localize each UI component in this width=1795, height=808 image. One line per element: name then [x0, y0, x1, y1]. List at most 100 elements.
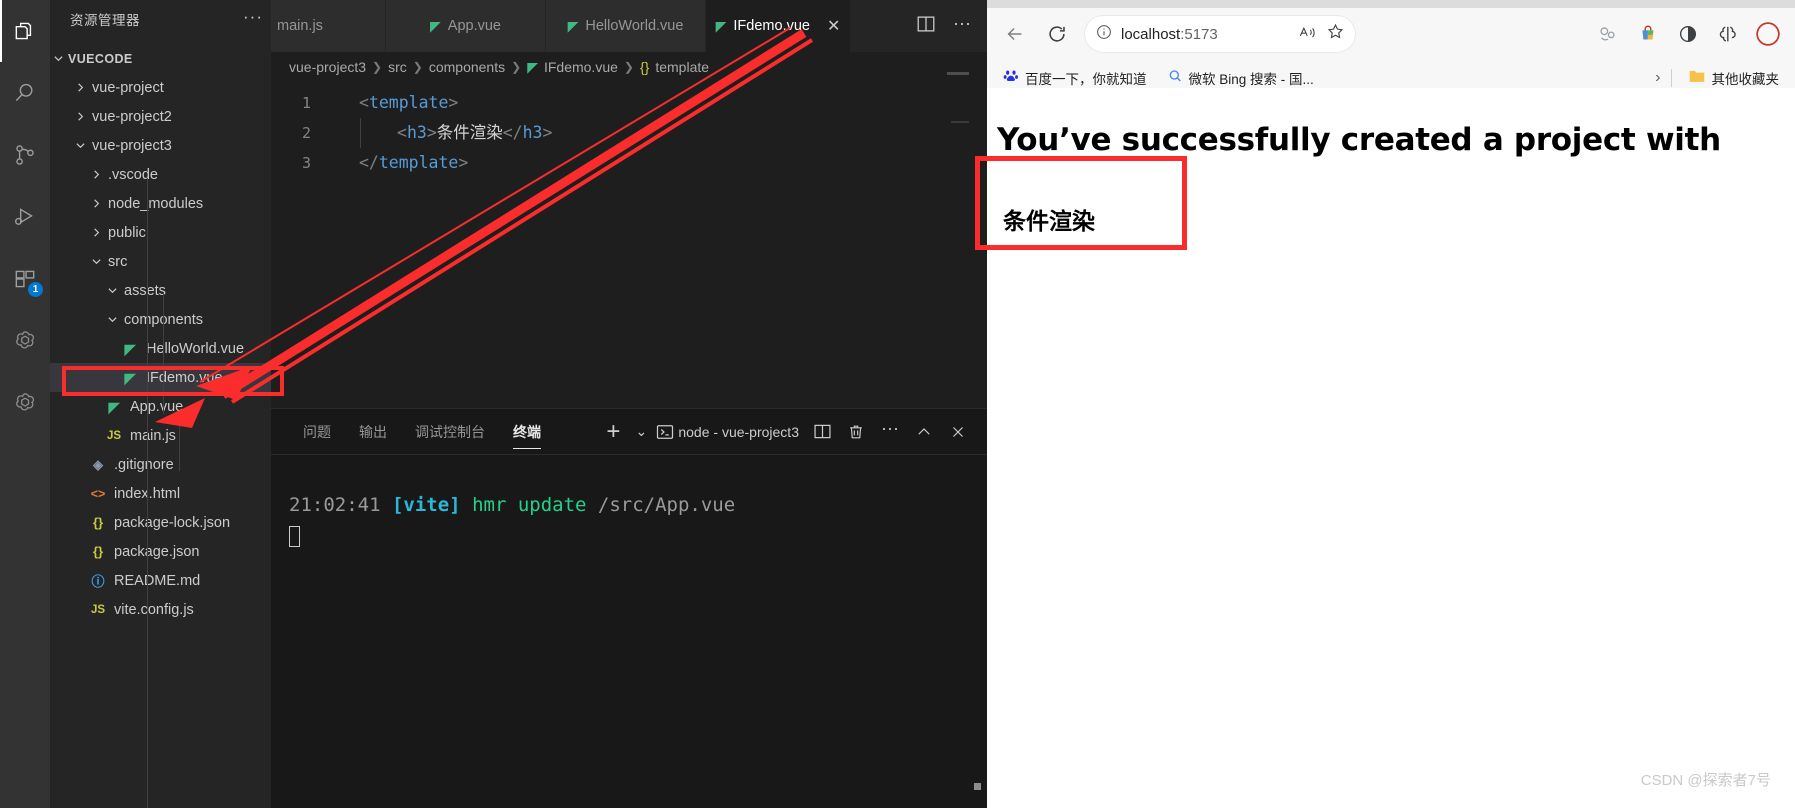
tree-item-main-js[interactable]: JS main.js	[50, 421, 271, 450]
tree-item-vue-project[interactable]: vue-project	[50, 73, 271, 102]
kill-terminal-icon[interactable]	[839, 409, 873, 455]
symbol-glyph-icon: {}	[639, 59, 650, 75]
tree-item-helloworld-vue[interactable]: ◤ HelloWorld.vue	[50, 334, 271, 363]
activity-chatgpt-alt-icon[interactable]	[0, 372, 50, 434]
explorer-more-icon[interactable]: ···	[243, 8, 263, 31]
editor-tab-label: HelloWorld.vue	[585, 18, 684, 34]
vue-file-icon: ◤	[430, 18, 441, 34]
tree-item-src[interactable]: src	[50, 247, 271, 276]
activity-extensions-icon[interactable]: 1	[0, 248, 50, 310]
reload-icon[interactable]	[1039, 16, 1075, 52]
split-screen-icon[interactable]	[1675, 21, 1701, 47]
breadcrumb-item-0[interactable]: vue-project3	[289, 59, 366, 75]
url-text[interactable]: localhost:5173	[1121, 26, 1290, 43]
star-icon[interactable]	[1326, 22, 1345, 46]
tree-item-vite-config-js[interactable]: JS vite.config.js	[50, 595, 271, 624]
code-editor[interactable]: 1 <template> 2 <h3>条件渲染</h3> 3 </template>	[271, 82, 987, 414]
profile-icon[interactable]	[1755, 21, 1781, 47]
activity-chatgpt-icon[interactable]	[0, 310, 50, 372]
chevron-down-icon	[88, 256, 104, 267]
breadcrumb-sep-icon: ❯	[623, 60, 634, 74]
tree-item-vue-project2[interactable]: vue-project2	[50, 102, 271, 131]
bottom-panel: 问题 输出 调试控制台 终端 + ⌄ node - vue-project3 ·…	[271, 408, 987, 808]
json-file-icon: {}	[92, 544, 104, 559]
web-page-content: You’ve successfully created a project wi…	[987, 88, 1795, 808]
breadcrumb-item-1[interactable]: src	[388, 59, 407, 75]
back-arrow-icon[interactable]	[997, 16, 1033, 52]
indent-guide	[360, 118, 361, 148]
info-icon[interactable]	[1095, 23, 1113, 46]
other-bookmarks-label: 其他收藏夹	[1711, 71, 1780, 87]
tree-item-vue-project3[interactable]: vue-project3	[50, 131, 271, 160]
collections-icon[interactable]	[1595, 21, 1621, 47]
editor-scrollbar[interactable]	[971, 52, 987, 423]
code-line-text: <h3>条件渲染</h3>	[397, 123, 553, 142]
tree-item-node-modules[interactable]: node_modules	[50, 189, 271, 218]
maximize-panel-icon[interactable]	[907, 409, 941, 455]
tree-item-app-vue[interactable]: ◤ App.vue	[50, 392, 271, 421]
tree-item-readme-md[interactable]: ⓘ README.md	[50, 566, 271, 595]
panel-tab-输出[interactable]: 输出	[345, 409, 401, 455]
browser-tab-strip	[987, 0, 1795, 8]
editor-tab-main-js[interactable]: main.js	[271, 0, 386, 52]
breadcrumb-item-4[interactable]: template	[655, 59, 709, 75]
split-editor-icon[interactable]	[915, 13, 937, 40]
close-panel-icon[interactable]	[941, 409, 975, 455]
terminal-name-label[interactable]: node - vue-project3	[678, 424, 805, 440]
browser-nav-row: localhost:5173	[987, 8, 1795, 60]
tree-item-index-html[interactable]: <> index.html	[50, 479, 271, 508]
breadcrumb-item-3[interactable]: IFdemo.vue	[544, 59, 618, 75]
editor-tab-close-icon[interactable]: ✕	[827, 16, 840, 36]
tree-item--vscode[interactable]: .vscode	[50, 160, 271, 189]
terminal-output[interactable]: 21:02:41 [vite] hmr update /src/App.vue	[271, 455, 987, 553]
code-line: 2 <h3>条件渲染</h3>	[271, 118, 987, 148]
js-file-icon: JS	[90, 603, 106, 616]
chevron-right-icon	[72, 111, 88, 122]
breadcrumb-item-2[interactable]: components	[429, 59, 505, 75]
tree-item-ifdemo-vue[interactable]: ◤ IFdemo.vue	[50, 363, 271, 392]
shopping-icon[interactable]	[1635, 21, 1661, 47]
tree-item-components[interactable]: components	[50, 305, 271, 334]
activity-source-control-icon[interactable]	[0, 124, 50, 186]
bookmarks-overflow-chevron-icon[interactable]: ›	[1655, 69, 1660, 87]
tree-item-public[interactable]: public	[50, 218, 271, 247]
panel-tab-终端[interactable]: 终端	[499, 409, 555, 455]
screenshot-root: 1 资源管理器 ··· VUECODE vue-project vue-proj…	[0, 0, 1795, 808]
activity-explorer-icon[interactable]	[0, 0, 50, 62]
tree-item-package-lock-json[interactable]: {} package-lock.json	[50, 508, 271, 537]
panel-tab-strip: 问题 输出 调试控制台 终端 + ⌄ node - vue-project3 ·…	[271, 409, 987, 455]
terminal-message: hmr update	[472, 494, 587, 516]
terminal-profile-chevron-down-icon[interactable]: ⌄	[630, 409, 652, 455]
browser-toolbar	[1595, 21, 1785, 47]
bookmarks-overflow: › 其他收藏夹	[1655, 65, 1785, 91]
editor-tab-ifdemo-vue[interactable]: ◤ IFdemo.vue ✕	[706, 0, 851, 52]
editor-tab-helloworld-vue[interactable]: ◤ HelloWorld.vue	[546, 0, 706, 52]
bookmark-bing[interactable]: 微软 Bing 搜索 - 国...	[1161, 65, 1320, 91]
html-file-icon: <>	[90, 486, 106, 501]
tree-item-package-json[interactable]: {} package.json	[50, 537, 271, 566]
tree-item-assets[interactable]: assets	[50, 276, 271, 305]
folder-icon	[1688, 68, 1706, 87]
read-aloud-icon[interactable]	[1298, 23, 1318, 46]
other-bookmarks-folder[interactable]: 其他收藏夹	[1682, 65, 1786, 91]
tree-root-vuecode[interactable]: VUECODE	[50, 44, 271, 73]
editor-tab-label: main.js	[277, 18, 323, 34]
new-terminal-icon[interactable]: +	[596, 409, 630, 455]
browser-essentials-icon[interactable]	[1715, 21, 1741, 47]
address-bar[interactable]: localhost:5173	[1085, 16, 1355, 52]
tree-item-label: package.json	[114, 543, 200, 560]
bookmark-baidu[interactable]: 百度一下，你就知道	[997, 65, 1153, 91]
terminal-more-icon[interactable]: ···	[873, 409, 907, 455]
editor-tab-app-vue[interactable]: ◤ App.vue	[386, 0, 546, 52]
tree-item--gitignore[interactable]: ◈ .gitignore	[50, 450, 271, 479]
split-terminal-icon[interactable]	[805, 409, 839, 455]
file-tree: VUECODE vue-project vue-project2 vue-projec…	[50, 38, 271, 624]
editor-more-actions-icon[interactable]: ···	[953, 14, 971, 39]
chevron-down-icon	[72, 140, 88, 151]
panel-tab-调试控制台[interactable]: 调试控制台	[401, 409, 499, 455]
activity-search-icon[interactable]	[0, 62, 50, 124]
chevron-down-icon	[104, 314, 120, 325]
panel-tab-问题[interactable]: 问题	[289, 409, 345, 455]
watermark: CSDN @探索者7号	[1640, 772, 1771, 789]
activity-run-debug-icon[interactable]	[0, 186, 50, 248]
